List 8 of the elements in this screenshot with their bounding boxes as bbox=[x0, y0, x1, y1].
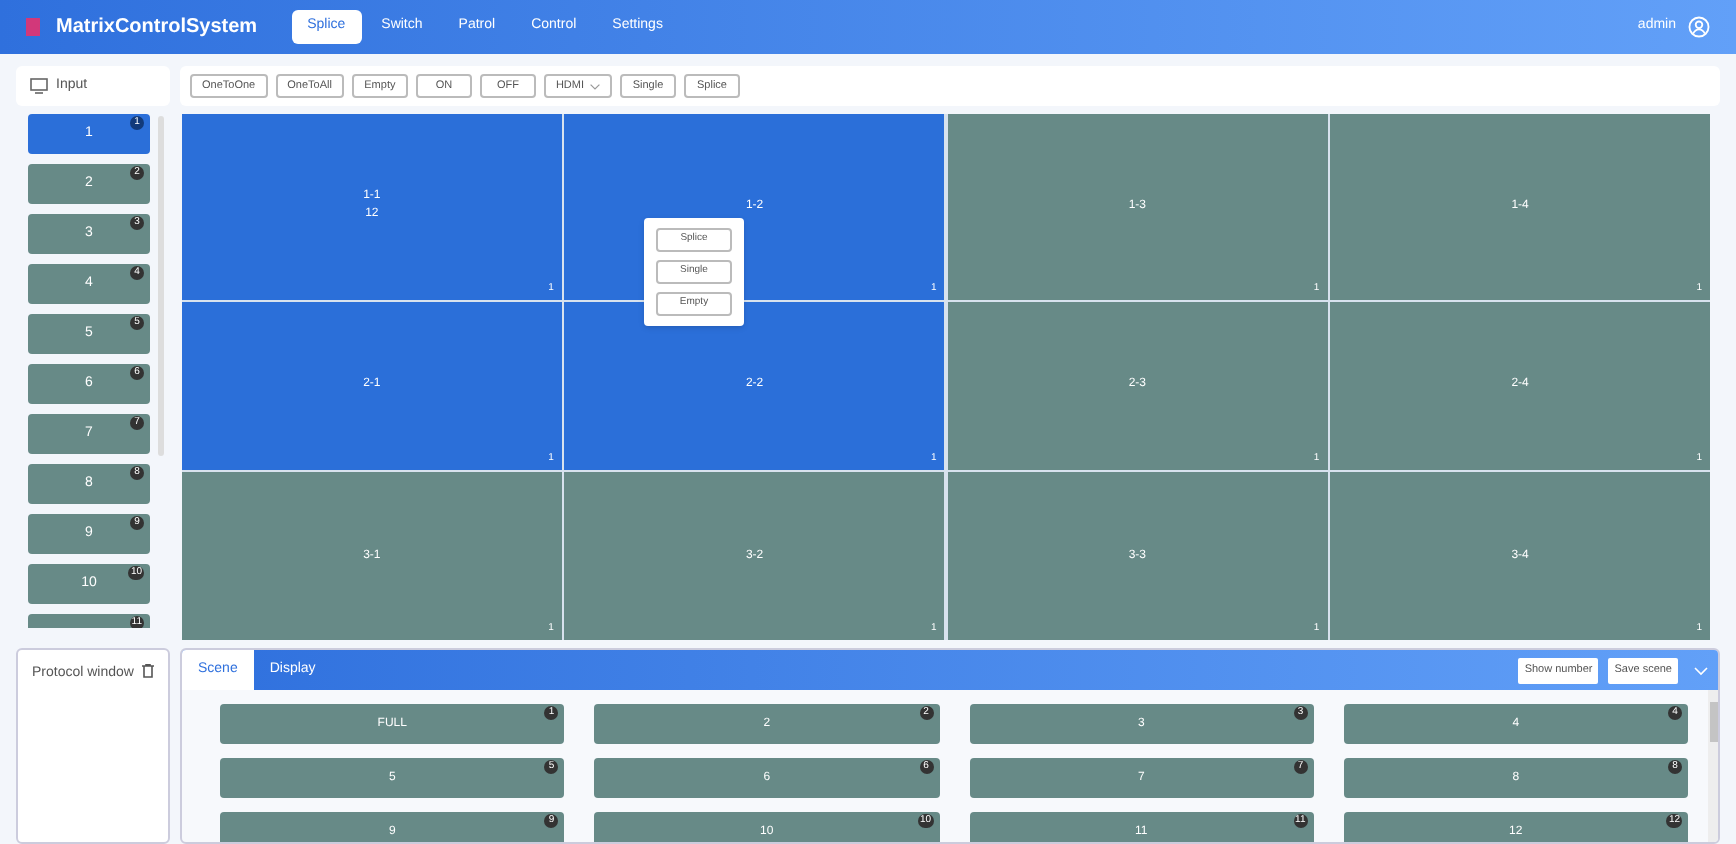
logo-icon bbox=[26, 18, 40, 36]
chevron-down-icon bbox=[590, 83, 600, 89]
chevron-down-icon[interactable] bbox=[1694, 665, 1708, 675]
app-title: MatrixControlSystem bbox=[56, 14, 258, 42]
scrollbar[interactable] bbox=[1708, 690, 1718, 842]
monitor-icon bbox=[30, 78, 48, 94]
trash-icon[interactable] bbox=[142, 664, 154, 678]
user-icon[interactable] bbox=[1688, 16, 1710, 38]
